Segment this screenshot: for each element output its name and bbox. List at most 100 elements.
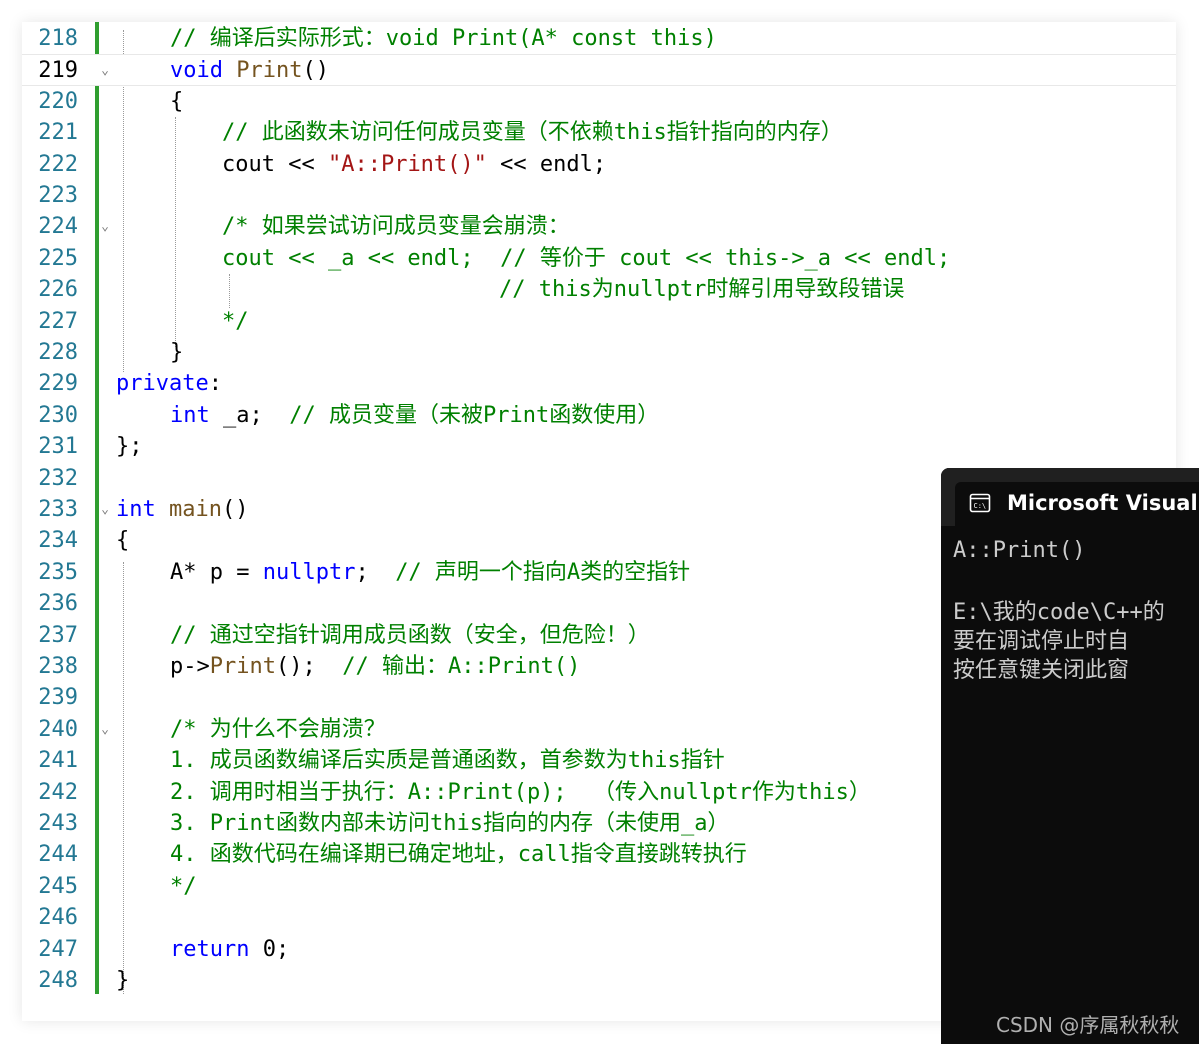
line-number: 244: [38, 842, 78, 868]
code-token: 0;: [249, 936, 290, 962]
line-number: 236: [38, 591, 78, 617]
comment: */: [222, 308, 249, 334]
line-number: 225: [38, 245, 78, 271]
line-number: 245: [38, 873, 78, 899]
fold-chevron-icon[interactable]: ⌄: [99, 211, 111, 242]
line-number: 227: [38, 308, 78, 334]
code-line[interactable]: 225 cout << _a << endl; // 等价于 cout << t…: [22, 243, 1176, 274]
code-text: 3. Print函数内部未访问this指向的内存（未使用_a）: [170, 808, 729, 839]
line-number: 238: [38, 654, 78, 679]
keyword: private: [116, 371, 209, 397]
line-number: 234: [38, 528, 78, 554]
code-line-current[interactable]: 219 ⌄ void Print(): [22, 54, 1176, 86]
comment: 4. 函数代码在编译期已确定地址，call指令直接跳转执行: [170, 842, 747, 868]
terminal-icon: C:\: [969, 493, 991, 513]
code-text: };: [116, 434, 143, 460]
line-number: 239: [38, 685, 78, 711]
line-number: 242: [38, 779, 78, 805]
line-number: 243: [38, 811, 78, 836]
code-text: /* 如果尝试访问成员变量会崩溃：: [222, 211, 570, 242]
code-token: cout <<: [222, 151, 328, 177]
line-number: 248: [38, 968, 78, 993]
comment: // 输出：A::Print(): [342, 654, 581, 679]
line-number: 233: [38, 497, 78, 522]
comment: 3. Print函数内部未访问this指向的内存（未使用_a）: [170, 811, 730, 836]
code-line[interactable]: 224 ⌄ /* 如果尝试访问成员变量会崩溃：: [22, 211, 1176, 242]
code-line[interactable]: 220 {: [22, 86, 1176, 117]
keyword: nullptr: [262, 559, 356, 585]
comment: cout << _a << endl; // 等价于 cout << this-…: [222, 245, 951, 271]
code-token: _a;: [209, 402, 290, 428]
code-token: A* p =: [170, 559, 263, 585]
code-text: // 通过空指针调用成员函数（安全，但危险！）: [170, 620, 650, 651]
line-number: 237: [38, 622, 78, 648]
comment: // 此函数未访问任何成员变量（不依赖this指针指向的内存）: [222, 120, 843, 146]
line-number: 226: [38, 277, 78, 303]
fold-chevron-icon[interactable]: ⌄: [99, 55, 111, 86]
keyword: return: [170, 936, 250, 962]
line-number: 219: [38, 58, 78, 84]
code-text: return 0;: [170, 934, 289, 965]
code-text: 4. 函数代码在编译期已确定地址，call指令直接跳转执行: [170, 839, 747, 870]
string-literal: "A::Print()": [327, 151, 487, 177]
line-number: 240: [38, 716, 78, 742]
code-text: */: [222, 306, 249, 337]
code-text: {: [170, 88, 184, 114]
line-number: 247: [38, 936, 78, 962]
fold-chevron-icon[interactable]: ⌄: [99, 494, 111, 525]
comment: /* 为什么不会崩溃？: [170, 716, 386, 742]
function-name: Print: [236, 58, 303, 84]
code-line[interactable]: 222 cout << "A::Print()" << endl;: [22, 149, 1176, 180]
code-line[interactable]: 231 };: [22, 431, 1176, 462]
code-text: private:: [116, 368, 222, 399]
code-line[interactable]: 230 int _a; // 成员变量（未被Print函数使用）: [22, 400, 1176, 431]
code-line[interactable]: 228 }: [22, 337, 1176, 368]
code-text: {: [116, 528, 130, 554]
code-line[interactable]: 218 // 编译后实际形式：void Print(A* const this): [22, 23, 1176, 54]
line-number: 222: [38, 151, 78, 177]
code-token: p->: [170, 654, 210, 679]
code-text: cout << _a << endl; // 等价于 cout << this-…: [222, 243, 950, 274]
line-number: 229: [38, 371, 78, 397]
watermark: CSDN @序属秋秋秋: [996, 1013, 1180, 1037]
function-name: Print: [209, 654, 276, 679]
code-text: int main(): [116, 494, 248, 525]
code-line[interactable]: 223: [22, 180, 1176, 211]
console-tab[interactable]: C:\ Microsoft Visual: [955, 482, 1199, 526]
comment: // this为nullptr时解引用导致段错误: [499, 277, 905, 303]
code-text: A* p = nullptr; // 声明一个指向A类的空指针: [170, 557, 690, 588]
code-text: void Print(): [170, 55, 329, 86]
comment: // 声明一个指向A类的空指针: [395, 559, 691, 585]
fold-chevron-icon[interactable]: ⌄: [99, 714, 111, 745]
line-number: 246: [38, 905, 78, 931]
code-text: // this为nullptr时解引用导致段错误: [499, 274, 904, 305]
console-window[interactable]: C:\ Microsoft Visual A::Print() E:\我的cod…: [941, 468, 1199, 1044]
console-output-line: A::Print(): [953, 538, 1086, 563]
code-text: }: [170, 340, 184, 365]
code-line[interactable]: 226 // this为nullptr时解引用导致段错误: [22, 274, 1176, 305]
comment: 2. 调用时相当于执行：A::Print(p); （传入nullptr作为thi…: [170, 779, 871, 805]
code-line[interactable]: 227 */: [22, 306, 1176, 337]
line-number: 231: [38, 434, 78, 460]
comment: // 通过空指针调用成员函数（安全，但危险！）: [170, 622, 650, 648]
code-text: cout << "A::Print()" << endl;: [222, 149, 606, 180]
console-title: Microsoft Visual: [1007, 491, 1198, 515]
code-text: int _a; // 成员变量（未被Print函数使用）: [170, 400, 659, 431]
code-text: p->Print(); // 输出：A::Print(): [170, 651, 580, 682]
line-number: 235: [38, 559, 78, 585]
line-number: 224: [38, 214, 78, 240]
keyword: void: [170, 58, 223, 84]
function-name: main: [169, 497, 222, 522]
code-text: 1. 成员函数编译后实质是普通函数，首参数为this指针: [170, 745, 725, 776]
code-line[interactable]: 229 private:: [22, 368, 1176, 399]
code-token: ();: [275, 654, 343, 679]
code-text: }: [116, 968, 130, 993]
line-number: 220: [38, 88, 78, 114]
comment: /* 如果尝试访问成员变量会崩溃：: [222, 214, 570, 240]
code-line[interactable]: 221 // 此函数未访问任何成员变量（不依赖this指针指向的内存）: [22, 117, 1176, 148]
punctuation: :: [208, 371, 222, 397]
code-text: // 编译后实际形式：void Print(A* const this): [170, 23, 717, 54]
comment: // 成员变量（未被Print函数使用）: [289, 402, 660, 428]
svg-text:C:\: C:\: [974, 502, 987, 510]
punctuation: (): [302, 58, 329, 84]
